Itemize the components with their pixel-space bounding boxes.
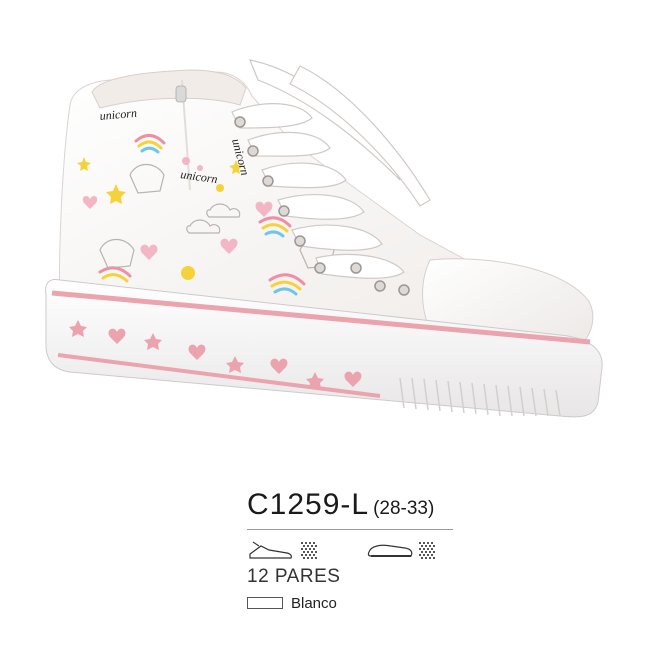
product-code: C1259-L <box>247 488 370 521</box>
shoe-sole-icon <box>367 544 413 557</box>
textile-pattern-icon <box>301 542 317 559</box>
product-code-row: C1259-L (28-33) <box>247 488 434 524</box>
product-image: unicorn unicorn unicorn unicorn unicorn <box>45 59 603 418</box>
textile-pattern-icon <box>419 542 435 559</box>
divider <box>247 529 453 530</box>
material-icons <box>249 541 435 559</box>
color-name: Blanco <box>291 594 337 612</box>
shoe-upper-icon <box>249 541 292 559</box>
size-range: (28-33) <box>373 498 435 519</box>
color-row: Blanco <box>247 594 337 612</box>
color-swatch <box>247 597 283 609</box>
pairs-count: 12 PARES <box>247 566 341 587</box>
